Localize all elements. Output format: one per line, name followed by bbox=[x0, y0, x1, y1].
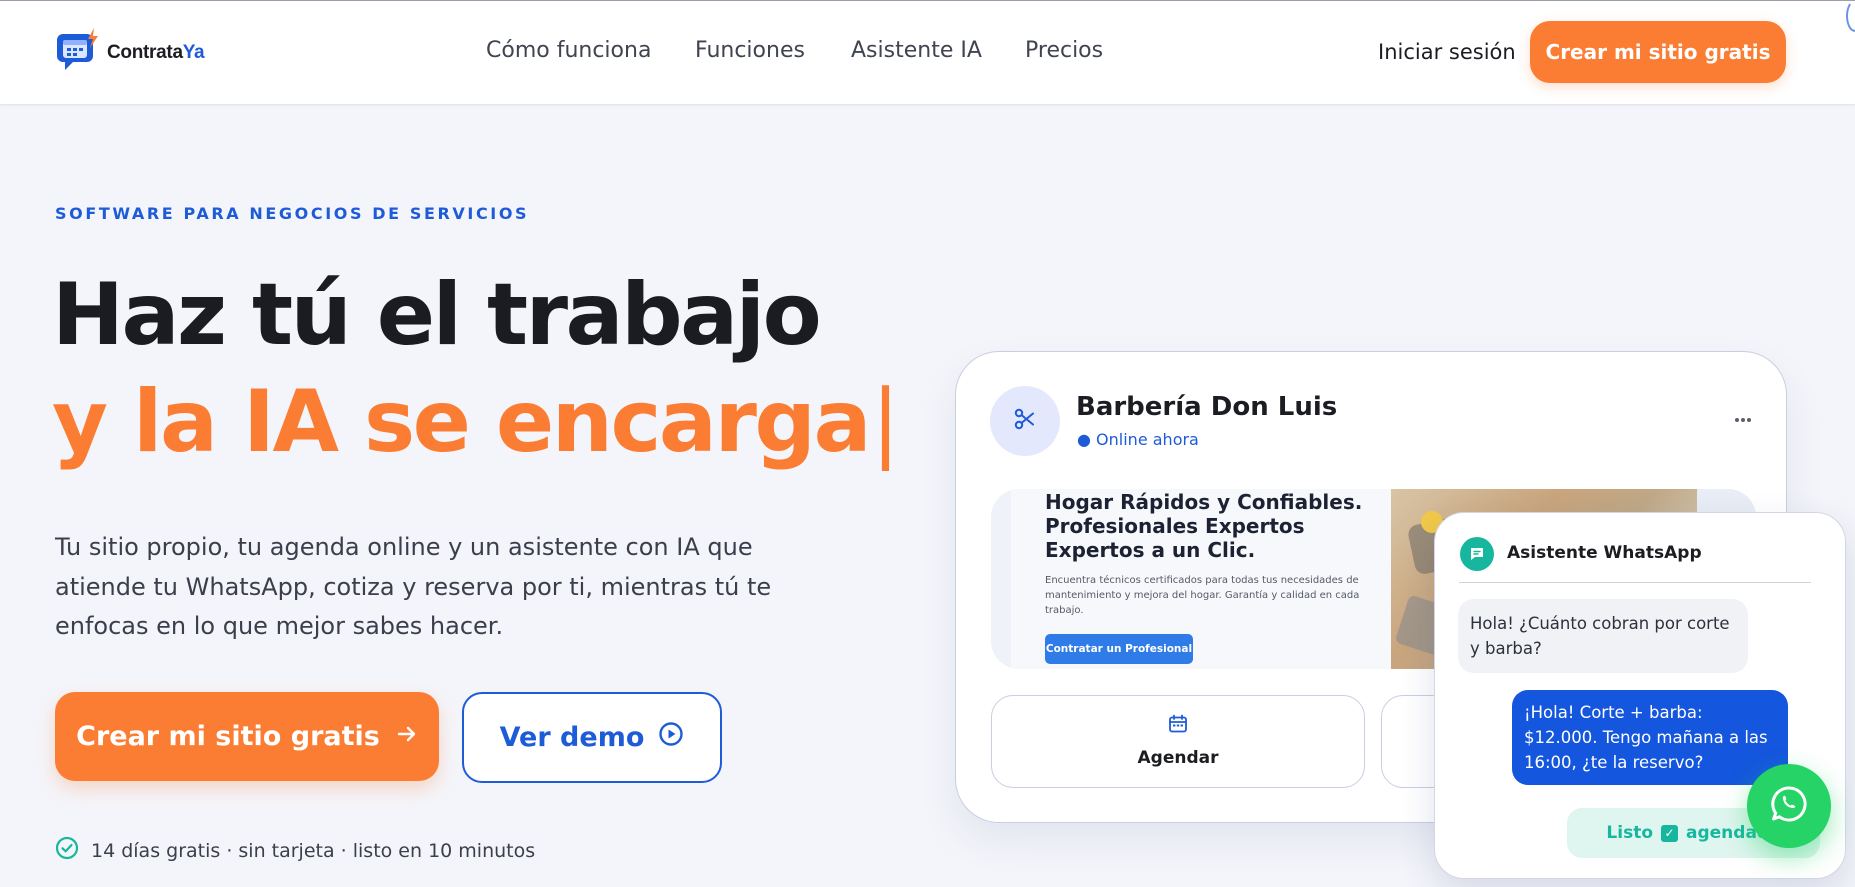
brand-name: ContrataYa bbox=[107, 42, 205, 64]
hero-eyebrow: SOFTWARE PARA NEGOCIOS DE SERVICIOS bbox=[55, 204, 530, 223]
banner-heading-line: Profesionales Expertos bbox=[1045, 514, 1305, 538]
online-dot-icon: ● bbox=[1077, 430, 1097, 449]
login-link[interactable]: Iniciar sesión bbox=[1378, 40, 1516, 64]
banner-heading: Hogar Rápidos y Confiables. Profesionale… bbox=[1045, 490, 1362, 562]
hero-title-line1: Haz tú el trabajo bbox=[52, 265, 822, 365]
whatsapp-icon bbox=[1768, 783, 1810, 829]
online-status: ● Online ahora bbox=[1077, 430, 1199, 449]
business-avatar bbox=[990, 386, 1060, 456]
scissors-icon bbox=[1012, 406, 1038, 436]
nav-link-precios[interactable]: Precios bbox=[1025, 38, 1103, 63]
calendar-icon bbox=[1168, 714, 1188, 738]
banner-heading-line: Hogar Rápidos y Confiables. bbox=[1045, 490, 1363, 514]
hero-description: Tu sitio propio, tu agenda online y un a… bbox=[55, 533, 772, 640]
view-demo-button-label: Ver demo bbox=[499, 722, 645, 753]
assistant-message: ¡Hola! Corte + barba: $12.000. Tengo mañ… bbox=[1512, 690, 1788, 785]
schedule-action-button[interactable]: Agendar bbox=[991, 695, 1365, 788]
nav-link-asistente-ia[interactable]: Asistente IA bbox=[851, 38, 982, 63]
banner-heading-line: Expertos a un Clic. bbox=[1045, 538, 1256, 562]
brand-name-part2: Ya bbox=[182, 42, 205, 63]
calendar-chat-icon bbox=[57, 28, 101, 78]
arrow-right-icon bbox=[396, 721, 418, 752]
create-site-button[interactable]: Crear mi sitio gratis bbox=[55, 692, 439, 781]
brand-logo[interactable]: ContrataYa bbox=[57, 28, 205, 78]
check-circle-icon bbox=[55, 836, 79, 865]
trust-note: 14 días gratis · sin tarjeta · listo en … bbox=[55, 836, 535, 865]
whatsapp-floating-button[interactable] bbox=[1747, 764, 1831, 848]
chat-divider bbox=[1459, 582, 1811, 583]
business-name: Barbería Don Luis bbox=[1076, 392, 1338, 422]
banner-description: Encuentra técnicos certificados para tod… bbox=[1045, 575, 1360, 616]
top-navigation-bar: ContrataYa Cómo funciona Funciones Asist… bbox=[0, 0, 1855, 105]
typing-caret: | bbox=[870, 372, 900, 472]
online-status-text: Online ahora bbox=[1096, 430, 1199, 449]
check-box-icon: ✓ bbox=[1661, 824, 1679, 842]
play-circle-icon bbox=[658, 721, 684, 754]
chat-title: Asistente WhatsApp bbox=[1507, 543, 1702, 563]
window-top-border bbox=[0, 0, 1855, 1]
create-site-button-label: Crear mi sitio gratis bbox=[76, 721, 380, 752]
schedule-action-label: Agendar bbox=[1137, 748, 1219, 768]
hero-title-line2-text: y la IA se encarga bbox=[52, 372, 871, 472]
hero-title-line2: y la IA se encarga| bbox=[52, 372, 900, 472]
nav-link-como-funciona[interactable]: Cómo funciona bbox=[486, 38, 651, 63]
more-options-icon[interactable] bbox=[1734, 408, 1752, 427]
chat-bubble-icon bbox=[1460, 537, 1494, 571]
hire-professional-button[interactable]: Contratar un Profesional bbox=[1045, 634, 1193, 664]
status-left-text: Listo bbox=[1606, 823, 1654, 843]
nav-link-funciones[interactable]: Funciones bbox=[695, 38, 805, 63]
customer-message: Hola! ¿Cuánto cobran por corte y barba? bbox=[1458, 599, 1748, 673]
create-site-button-header[interactable]: Crear mi sitio gratis bbox=[1530, 21, 1786, 83]
trust-text: 14 días gratis · sin tarjeta · listo en … bbox=[91, 839, 536, 862]
view-demo-button[interactable]: Ver demo bbox=[462, 692, 722, 783]
brand-name-part1: Contrata bbox=[107, 42, 183, 63]
